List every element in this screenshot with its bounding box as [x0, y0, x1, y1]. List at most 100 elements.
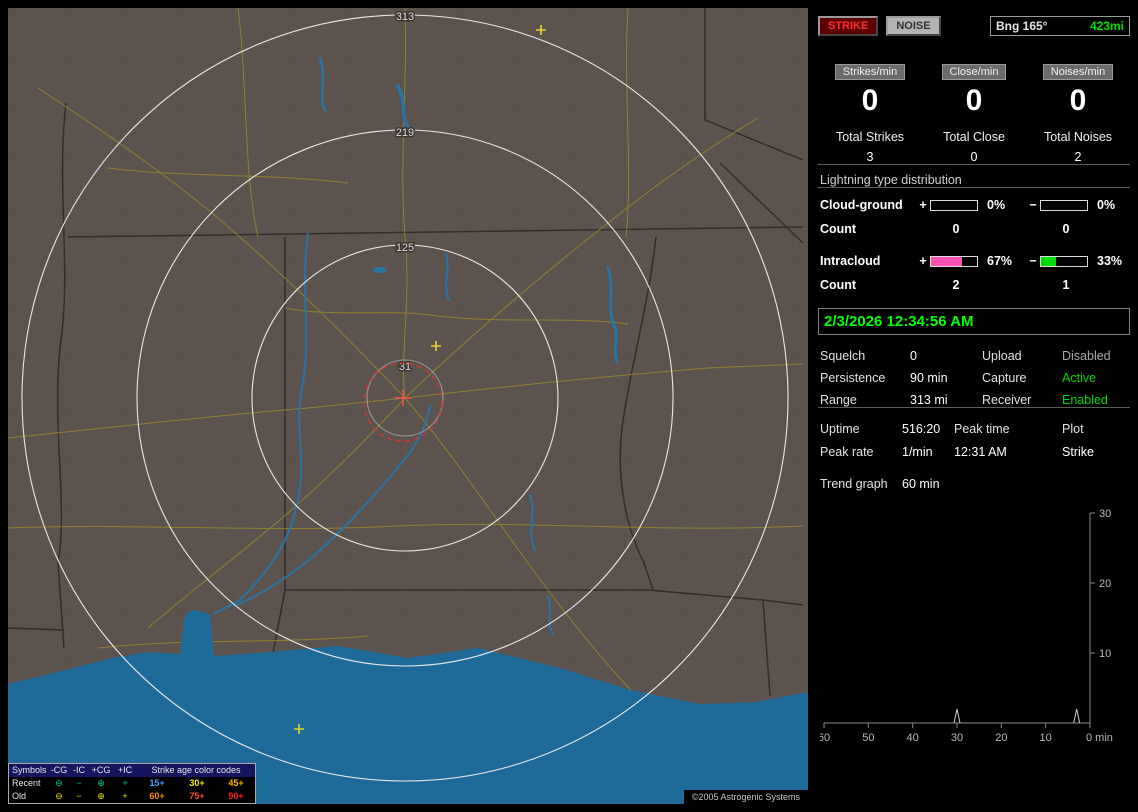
cg-plus-count: 0	[952, 222, 960, 236]
count-label: Count	[820, 222, 857, 236]
cg-minus-pct: 0%	[1097, 198, 1116, 212]
legend-col-pic: +IC	[117, 765, 133, 775]
legend-recent-label: Recent	[12, 778, 41, 788]
legend-header-row: Symbols -CG -IC +CG +IC Strike age color…	[9, 764, 255, 777]
squelch-label: Squelch	[820, 349, 866, 363]
divider	[818, 164, 1130, 165]
ic-plus-pct: 67%	[987, 254, 1013, 268]
y-tick-label: 30	[1099, 508, 1111, 520]
trend-spike	[953, 708, 961, 724]
intracloud-row: Intracloud + 67% − 33%	[818, 254, 1130, 268]
plus-sign: +	[919, 198, 927, 212]
cloud-ground-count-row: Count 0 0	[818, 222, 1130, 236]
legend-recent-row: Recent ⊖ − ⊕ + 15+ 30+ 45+	[9, 777, 255, 790]
trend-graph: 10 20 30 60 50 40 30 20 10 0 min	[818, 508, 1113, 744]
upload-label: Upload	[982, 349, 1022, 363]
x-tick-label: 30	[951, 732, 963, 744]
datetime-display: 2/3/2026 12:34:56 AM	[818, 308, 1130, 335]
nexstorm-window: { "toolbar": { "strike": "STRIKE", "nois…	[0, 0, 1138, 812]
peak-time-value: 12:31 AM	[954, 445, 1007, 459]
y-tick-label: 10	[1099, 648, 1111, 660]
rate-stats: Strikes/min 0 Total Strikes 3 Close/min …	[818, 64, 1130, 164]
divider	[818, 187, 1130, 188]
strikes-per-min-header[interactable]: Strikes/min	[834, 64, 906, 80]
pos-cg-icon: ⊕	[97, 791, 105, 801]
legend-col-ncg: -CG	[50, 765, 68, 775]
neg-ic-icon: −	[76, 791, 82, 801]
age-45: 45+	[228, 778, 244, 788]
ic-plus-bar	[930, 255, 978, 267]
bearing-value: Bng 165°	[996, 19, 1048, 33]
capture-status: Active	[1062, 371, 1097, 385]
plus-sign: +	[919, 254, 927, 268]
x-tick-label: 0 min	[1086, 732, 1113, 744]
age-30: 30+	[189, 778, 205, 788]
trend-axes	[824, 513, 1091, 724]
age-15: 15+	[149, 778, 165, 788]
strike-legend: Symbols -CG -IC +CG +IC Strike age color…	[8, 763, 256, 804]
trend-graph-header: Trend graph 60 min	[818, 477, 1130, 491]
intracloud-label: Intracloud	[820, 254, 881, 268]
map-canvas[interactable]: 313 219 125 31	[8, 8, 808, 804]
noise-mode-button[interactable]: NOISE	[886, 16, 941, 36]
ic-minus-bar-fill	[1041, 256, 1057, 266]
ic-plus-bar-fill	[931, 256, 962, 266]
divider	[818, 407, 1130, 408]
plot-label: Plot	[1062, 422, 1084, 436]
lightning-map-panel[interactable]: 313 219 125 31 Symbols -CG -IC +CG +IC S…	[8, 8, 808, 804]
ic-minus-count: 1	[1062, 278, 1070, 292]
minus-sign: −	[1029, 254, 1037, 268]
upload-status: Disabled	[1062, 349, 1111, 363]
sidebar: STRIKE NOISE Bng 165° 423mi Strikes/min …	[818, 0, 1130, 812]
intracloud-count-row: Count 2 1	[818, 278, 1130, 292]
session-info: Uptime 516:20 Peak time Plot Peak rate 1…	[818, 422, 1130, 459]
uptime-label: Uptime	[820, 422, 860, 436]
cg-minus-count: 0	[1062, 222, 1070, 236]
close-per-min-value: 0	[965, 84, 983, 117]
cg-plus-pct: 0%	[987, 198, 1006, 212]
strikes-per-min-value: 0	[861, 84, 879, 117]
x-tick-label: 60	[820, 732, 830, 744]
mode-toolbar: STRIKE NOISE Bng 165° 423mi	[818, 16, 1130, 36]
ring-label-125: 125	[396, 242, 414, 254]
count-label: Count	[820, 278, 857, 292]
trend-graph-window: 60 min	[902, 477, 940, 491]
ring-label-313: 313	[396, 11, 414, 23]
noises-per-min-header[interactable]: Noises/min	[1042, 64, 1114, 80]
bearing-box: Bng 165° 423mi	[990, 16, 1130, 36]
neg-cg-icon: ⊖	[55, 791, 63, 801]
close-per-min-header[interactable]: Close/min	[941, 64, 1007, 80]
pos-ic-icon: +	[122, 791, 128, 801]
receiver-label: Receiver	[982, 393, 1032, 407]
uptime-value: 516:20	[902, 422, 941, 436]
stat-col-close: Close/min 0 Total Close 0	[922, 64, 1026, 164]
stat-col-strikes: Strikes/min 0 Total Strikes 3	[818, 64, 922, 164]
age-60: 60+	[149, 791, 165, 801]
age-75: 75+	[189, 791, 205, 801]
x-tick-label: 40	[907, 732, 919, 744]
cg-minus-bar	[1040, 199, 1088, 211]
total-strikes-label: Total Strikes	[835, 130, 905, 144]
y-tick-label: 20	[1099, 578, 1111, 590]
peak-rate-label: Peak rate	[820, 445, 874, 459]
legend-age-header: Strike age color codes	[151, 765, 241, 775]
range-value: 313 mi	[910, 393, 948, 407]
noises-per-min-value: 0	[1069, 84, 1087, 117]
x-tick-label: 20	[995, 732, 1007, 744]
legend-col-pcg: +CG	[91, 765, 111, 775]
cloud-ground-row: Cloud-ground + 0% − 0%	[818, 198, 1130, 212]
x-tick-label: 50	[862, 732, 874, 744]
legend-old-row: Old ⊖ − ⊕ + 60+ 75+ 90+	[9, 790, 255, 803]
x-tick-label: 10	[1040, 732, 1052, 744]
minus-sign: −	[1029, 198, 1037, 212]
persistence-label: Persistence	[820, 371, 886, 385]
ic-minus-pct: 33%	[1097, 254, 1123, 268]
copyright-text: ©2005 Astrogenic Systems	[683, 790, 808, 804]
neg-cg-icon: ⊖	[55, 778, 63, 788]
persistence-value: 90 min	[910, 371, 948, 385]
strike-mode-button[interactable]: STRIKE	[818, 16, 879, 36]
distribution-title: Lightning type distribution	[820, 173, 962, 187]
pos-ic-icon: +	[122, 778, 128, 788]
lake	[373, 267, 387, 273]
plot-mode-value: Strike	[1062, 445, 1094, 459]
